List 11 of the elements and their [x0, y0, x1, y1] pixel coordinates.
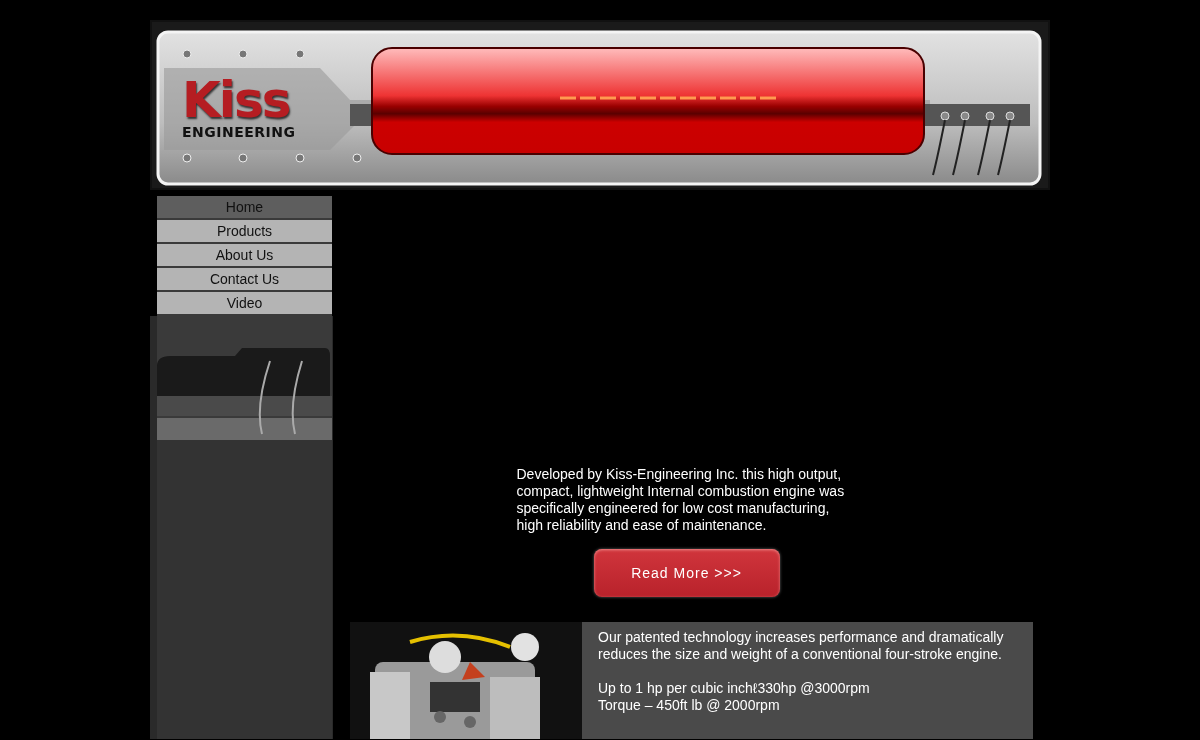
nav-link[interactable]: About Us [157, 244, 332, 268]
feature-text: Our patented technology increases performance and dramatically reduces the size and weight of a conventional four-stroke engine. [598, 629, 1005, 663]
intro-text: Developed by Kiss-Engineering Inc. this high output, compact, lightweight Internal combustion engine was specifically engineered for low cost manufacturing, high reliability and ease of maintenance. [516, 466, 846, 534]
read-more-button[interactable]: Read More >>> [593, 549, 780, 597]
spec-line: Up to 1 hp per cubic inchℓ330hp @3000rpm [598, 680, 871, 697]
nav-link[interactable]: Products [157, 220, 332, 244]
spec-line: Torque – 450ft lb @ 2000rpm [598, 697, 781, 714]
logo-wordmark: Kiss [182, 76, 290, 124]
nav-link[interactable]: Contact Us [157, 268, 332, 292]
nav-link[interactable]: Video [157, 292, 332, 316]
logo-subtitle: ENGINEERING [182, 124, 296, 140]
